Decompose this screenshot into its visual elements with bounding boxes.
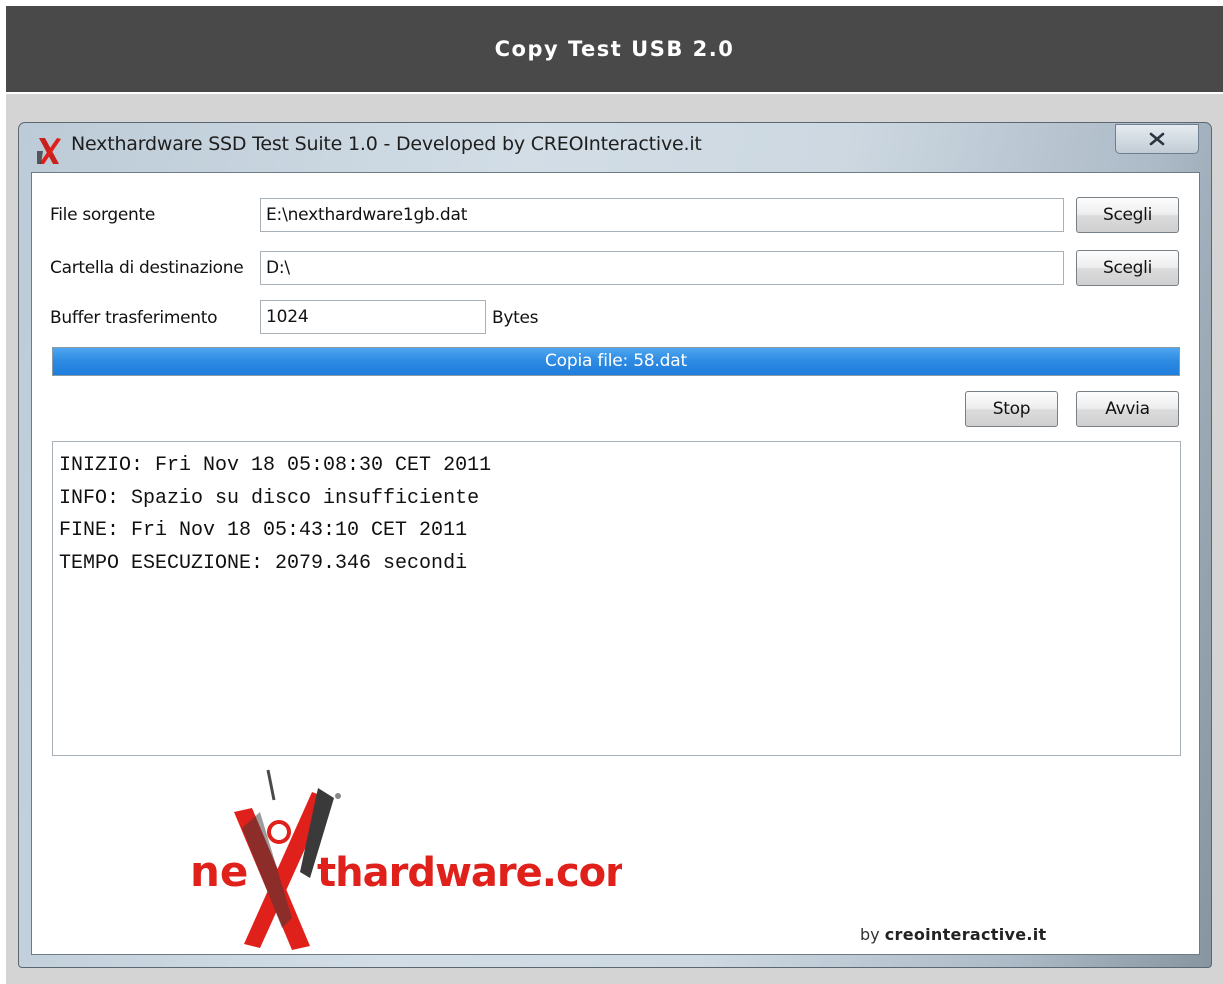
window-titlebar[interactable]: Nexthardware SSD Test Suite 1.0 - Develo… xyxy=(19,123,1211,173)
copy-progress-bar: Copia file: 58.dat xyxy=(52,347,1180,376)
log-output-area[interactable]: INIZIO: Fri Nov 18 05:08:30 CET 2011 INF… xyxy=(52,441,1181,756)
app-window: Nexthardware SSD Test Suite 1.0 - Develo… xyxy=(18,122,1212,968)
page-title: Copy Test USB 2.0 xyxy=(494,37,735,61)
byline: by creointeractive.it xyxy=(860,925,1047,944)
source-file-input[interactable]: E:\nexthardware1gb.dat xyxy=(260,198,1064,232)
page-header: Copy Test USB 2.0 xyxy=(6,6,1223,92)
buffer-unit-label: Bytes xyxy=(492,308,539,328)
log-line: TEMPO ESECUZIONE: 2079.346 secondi xyxy=(59,551,468,575)
close-x-icon xyxy=(1149,132,1165,146)
buffer-label: Buffer trasferimento xyxy=(50,308,218,328)
red-x-logo-icon xyxy=(37,138,61,164)
logo-text-left: ne xyxy=(190,847,248,896)
log-line: INFO: Spazio su disco insufficiente xyxy=(59,486,480,510)
buffer-size-input[interactable]: 1024 xyxy=(260,300,486,334)
stop-button[interactable]: Stop xyxy=(965,391,1058,427)
log-line: FINE: Fri Nov 18 05:43:10 CET 2011 xyxy=(59,519,468,542)
window-title: Nexthardware SSD Test Suite 1.0 - Develo… xyxy=(71,133,702,155)
source-file-label: File sorgente xyxy=(50,205,156,225)
log-line: INIZIO: Fri Nov 18 05:08:30 CET 2011 xyxy=(59,454,492,477)
destination-folder-label: Cartella di destinazione xyxy=(50,258,244,278)
window-client-area: File sorgente E:\nexthardware1gb.dat Sce… xyxy=(31,172,1200,955)
start-button[interactable]: Avvia xyxy=(1076,391,1179,427)
choose-source-button[interactable]: Scegli xyxy=(1076,197,1179,233)
window-close-button[interactable] xyxy=(1115,124,1199,154)
byline-site: creointeractive.it xyxy=(884,925,1047,944)
logo-text-right: thardware.com xyxy=(317,850,622,896)
nexthardware-logo: ne thardware.com xyxy=(190,769,622,950)
byline-prefix: by xyxy=(860,925,885,944)
progress-text: Copia file: 58.dat xyxy=(545,351,687,371)
choose-destination-button[interactable]: Scegli xyxy=(1076,250,1179,286)
destination-folder-input[interactable]: D:\ xyxy=(260,251,1064,285)
